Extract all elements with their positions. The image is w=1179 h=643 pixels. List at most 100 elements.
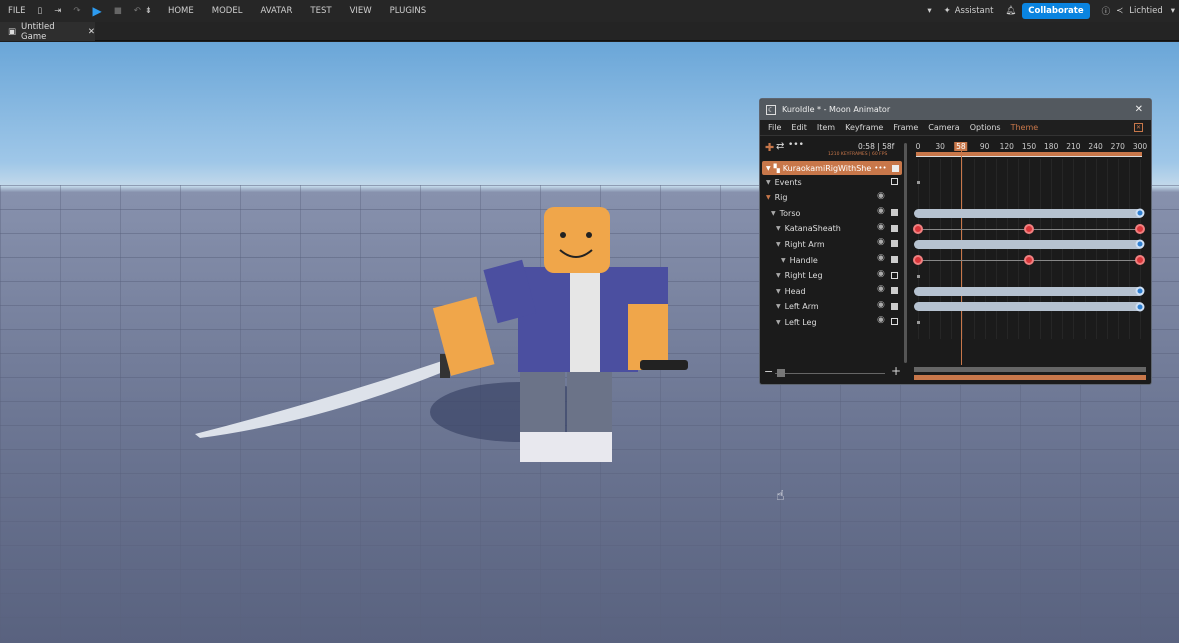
track-row[interactable]: ▼ Events: [762, 175, 902, 189]
keyframe-toggle[interactable]: [891, 287, 898, 295]
playhead[interactable]: [960, 143, 962, 365]
eye-icon[interactable]: ◉: [877, 206, 885, 216]
zoom-slider[interactable]: [775, 369, 885, 377]
range-track[interactable]: [916, 152, 1142, 157]
keyframe[interactable]: [1135, 223, 1145, 234]
timeline[interactable]: [910, 139, 1150, 369]
keyframe[interactable]: [913, 223, 923, 234]
share-icon[interactable]: ≺: [1116, 6, 1123, 16]
help-icon[interactable]: ⓘ: [1102, 5, 1111, 17]
collapse-icon[interactable]: ▼: [766, 165, 771, 172]
play-button[interactable]: ▶: [92, 4, 101, 18]
menu-edit[interactable]: Edit: [791, 123, 807, 132]
keyframe-bar[interactable]: [914, 286, 1144, 296]
undo-icon[interactable]: ↶: [134, 6, 141, 16]
eye-icon[interactable]: ◉: [877, 237, 885, 247]
menu-test[interactable]: TEST: [310, 6, 331, 16]
chevron-down-icon[interactable]: ▾: [927, 6, 931, 16]
keyframe[interactable]: [1024, 255, 1034, 265]
tab-untitled-game[interactable]: ▣ Untitled Game ✕: [0, 22, 95, 42]
file-menu[interactable]: FILE: [8, 6, 26, 16]
keyframe-end[interactable]: [1135, 239, 1145, 249]
keyframe-toggle[interactable]: [891, 271, 898, 279]
collaborate-button[interactable]: Collaborate: [1022, 3, 1090, 19]
expand-icon[interactable]: ▼: [781, 257, 786, 264]
new-file-icon[interactable]: ▯: [38, 6, 43, 16]
keyframe-dot[interactable]: [917, 274, 920, 278]
notification-icon[interactable]: 🔔︎: [1005, 6, 1016, 16]
keyframe-toggle[interactable]: [891, 302, 898, 310]
expand-icon[interactable]: ▼: [776, 241, 781, 248]
assistant-button[interactable]: Assistant: [955, 6, 994, 16]
menu-file[interactable]: File: [768, 123, 781, 132]
track-row[interactable]: ▼ Torso ◉: [762, 206, 902, 220]
import-icon[interactable]: ⇥: [54, 6, 61, 16]
keyframe-bar[interactable]: [914, 239, 1144, 249]
eye-icon[interactable]: ◉: [877, 269, 885, 279]
track-row[interactable]: ▼ Left Leg ◉: [762, 315, 902, 329]
eye-icon[interactable]: ◉: [877, 222, 885, 232]
list-scrollbar[interactable]: [904, 143, 907, 363]
horizontal-scrollbar[interactable]: [914, 367, 1146, 372]
track-row[interactable]: ▼ Head ◉: [762, 284, 902, 298]
menu-frame[interactable]: Frame: [893, 123, 918, 132]
menu-theme[interactable]: Theme: [1011, 123, 1039, 132]
expand-icon[interactable]: ▼: [776, 303, 781, 310]
redo-icon[interactable]: ↷: [73, 6, 80, 16]
track-row[interactable]: ▼ Rig ◉: [762, 191, 902, 205]
eye-icon[interactable]: ◉: [877, 300, 885, 310]
more-icon[interactable]: ⇟: [145, 6, 152, 16]
keyframe[interactable]: [913, 255, 923, 265]
keyframe-toggle[interactable]: [891, 209, 898, 217]
zoom-in-button[interactable]: +: [891, 364, 901, 378]
expand-icon[interactable]: ▼: [771, 210, 776, 217]
menu-camera[interactable]: Camera: [928, 123, 959, 132]
track-row[interactable]: ▼ Right Leg ◉: [762, 269, 902, 283]
user-menu[interactable]: Lichtied: [1129, 6, 1162, 16]
keyframe-toggle[interactable]: [891, 178, 898, 185]
window-titlebar[interactable]: ☾ KuroIdle * - Moon Animator ✕: [760, 99, 1151, 120]
stop-button[interactable]: ■: [114, 6, 122, 16]
track-row[interactable]: ▼ Right Arm ◉: [762, 237, 902, 251]
menu-item[interactable]: Item: [817, 123, 835, 132]
keyframe-toggle[interactable]: [891, 318, 898, 326]
menu-plugins[interactable]: PLUGINS: [390, 6, 427, 16]
menu-model[interactable]: MODEL: [212, 6, 243, 16]
expand-icon[interactable]: ▼: [776, 288, 781, 295]
close-plugin-icon[interactable]: ✕: [1133, 123, 1143, 132]
track-row[interactable]: ▼ Left Arm ◉: [762, 300, 902, 314]
keyframe-toggle[interactable]: [891, 240, 898, 248]
loop-icon[interactable]: ⇄: [776, 141, 784, 152]
eye-icon[interactable]: ◉: [877, 253, 885, 263]
keyframe-end[interactable]: [1135, 208, 1145, 218]
expand-icon[interactable]: ▼: [776, 225, 781, 232]
menu-keyframe[interactable]: Keyframe: [845, 123, 883, 132]
keyframe-dot[interactable]: [917, 321, 920, 325]
expand-icon[interactable]: ▼: [776, 272, 781, 279]
range-bar[interactable]: [914, 375, 1146, 380]
chevron-down-icon[interactable]: ▾: [1171, 6, 1175, 16]
keyframe-dot[interactable]: [917, 181, 920, 184]
keyframe[interactable]: [1024, 223, 1034, 234]
keyframe-end[interactable]: [1135, 286, 1145, 296]
track-row[interactable]: ▼ KatanaSheath ◉: [762, 222, 902, 236]
menu-options[interactable]: Options: [970, 123, 1001, 132]
add-icon[interactable]: ✚: [765, 141, 774, 154]
zoom-out-button[interactable]: −: [764, 365, 773, 378]
keyframe-toggle[interactable]: [891, 224, 898, 232]
menu-home[interactable]: HOME: [168, 6, 194, 16]
keyframe[interactable]: [1135, 255, 1145, 265]
eye-icon[interactable]: ◉: [877, 284, 885, 294]
rig-header[interactable]: ▼ ▚ KuraokamiRigWithShe •••: [762, 161, 902, 175]
expand-icon[interactable]: ▼: [766, 179, 771, 186]
keyframe-bar[interactable]: [914, 302, 1144, 312]
keyframe-end[interactable]: [1135, 302, 1145, 312]
menu-avatar[interactable]: AVATAR: [260, 6, 292, 16]
close-icon[interactable]: ✕: [1135, 104, 1143, 115]
keyframe-toggle[interactable]: [891, 256, 898, 263]
expand-icon[interactable]: ▼: [776, 319, 781, 326]
close-icon[interactable]: ✕: [88, 27, 95, 37]
menu-view[interactable]: VIEW: [350, 6, 372, 16]
more-options-icon[interactable]: •••: [788, 140, 804, 150]
keyframe-bar[interactable]: [914, 208, 1144, 218]
